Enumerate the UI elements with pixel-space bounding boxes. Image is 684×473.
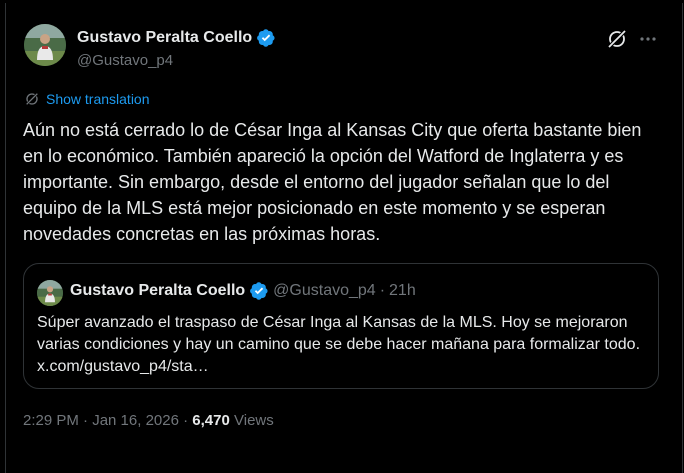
author-avatar[interactable] <box>24 24 66 66</box>
verified-badge-icon <box>250 282 268 300</box>
quoted-avatar-photo <box>37 280 63 306</box>
quoted-tweet-text: Súper avanzado el traspaso de César Inga… <box>37 314 641 375</box>
quoted-relative-time: 21h <box>389 282 416 299</box>
verified-badge-icon[interactable] <box>256 28 276 48</box>
translate-icon <box>26 93 38 105</box>
avatar-photo <box>24 24 66 66</box>
tweet-meta: 2:29 PM · Jan 16, 2026 · 6,470 Views <box>23 412 274 429</box>
grok-button[interactable] <box>605 27 629 51</box>
quoted-author-handle: @Gustavo_p4 <box>273 282 376 299</box>
quoted-header: Gustavo Peralta Coello @Gustavo_p4 · 21h <box>70 281 416 301</box>
tweet-timestamp[interactable]: 2:29 PM · Jan 16, 2026 <box>23 412 179 429</box>
quoted-separator: · <box>379 282 386 299</box>
author-handle[interactable]: @Gustavo_p4 <box>77 52 173 69</box>
quoted-author-name: Gustavo Peralta Coello <box>70 282 246 299</box>
show-translation-link[interactable]: Show translation <box>24 91 150 107</box>
author-display-name[interactable]: Gustavo Peralta Coello <box>77 29 252 47</box>
views-count: 6,470 <box>192 412 230 429</box>
author-name-row: Gustavo Peralta Coello <box>77 28 276 48</box>
quoted-author-avatar[interactable] <box>37 280 63 306</box>
meta-separator: · <box>183 412 189 429</box>
show-translation-label[interactable]: Show translation <box>46 91 150 107</box>
grok-icon <box>608 30 626 48</box>
views-label: Views <box>234 412 274 429</box>
quoted-tweet[interactable]: Gustavo Peralta Coello @Gustavo_p4 · 21h… <box>23 263 659 389</box>
more-options-button[interactable] <box>636 27 660 51</box>
more-options-icon <box>640 37 656 41</box>
tweet-text: Aún no está cerrado lo de César Inga al … <box>23 120 642 244</box>
